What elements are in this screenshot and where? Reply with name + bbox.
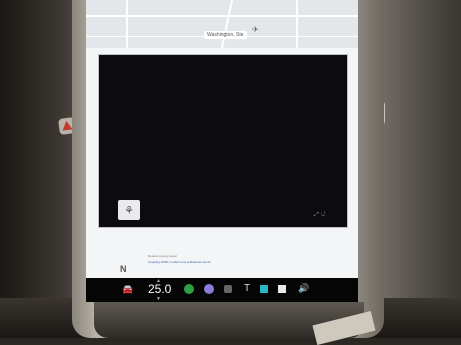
music-icon[interactable] xyxy=(204,284,214,294)
map-road xyxy=(220,0,234,48)
media-source-icon: N xyxy=(120,264,127,274)
temp-down-icon[interactable]: ▼ xyxy=(156,296,161,302)
phone-icon[interactable] xyxy=(184,284,194,294)
temperature-display[interactable]: 25.0 xyxy=(148,282,171,296)
app-icon[interactable] xyxy=(260,285,268,293)
car-icon[interactable]: 🚘 xyxy=(122,284,133,295)
volume-icon[interactable]: 🔊 xyxy=(298,283,309,294)
calendar-icon[interactable] xyxy=(278,285,286,293)
scroll-controls[interactable]: ⤢ ↺ xyxy=(314,212,326,219)
map-view[interactable]: Washington, Ste ✈ xyxy=(86,0,358,48)
camera-icon[interactable] xyxy=(224,285,232,293)
back-icon[interactable]: ↺ xyxy=(320,212,325,218)
pin-icon: ✈ xyxy=(252,25,259,34)
logo-icon[interactable]: ⚘ xyxy=(118,200,140,220)
expand-icon[interactable]: ⤢ xyxy=(314,212,319,218)
map-road xyxy=(296,0,298,48)
map-location-label: Washington, Ste xyxy=(204,31,247,39)
tesla-icon[interactable]: T xyxy=(244,283,250,294)
media-title: Nearest energy panel xyxy=(148,254,177,258)
map-road xyxy=(126,0,128,48)
media-subtitle[interactable]: Coupling 100% in effect now at Batteries… xyxy=(148,260,210,264)
touchscreen: Washington, Ste ✈ ⚘ ⤢ ↺ N Nearest energy… xyxy=(86,0,358,302)
taskbar: 🚘 ▲ 25.0 ▼ T 🔊 xyxy=(86,278,358,302)
